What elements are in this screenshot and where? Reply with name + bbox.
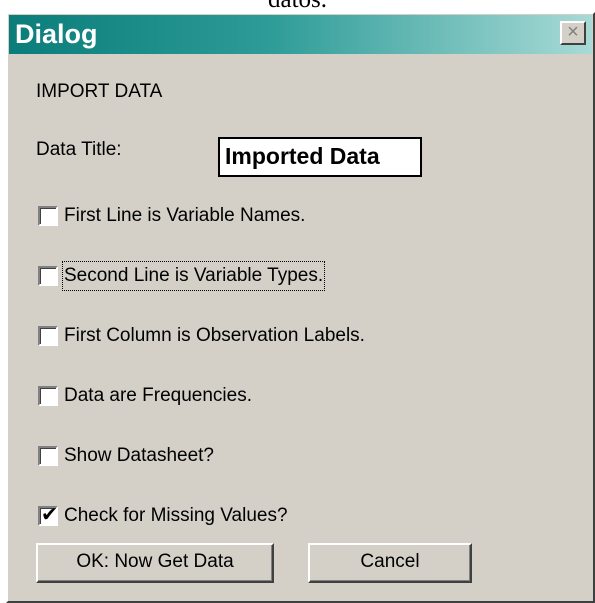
ok-get-data-button[interactable]: OK: Now Get Data	[36, 543, 274, 583]
caption-text: datos.	[0, 0, 595, 12]
checkbox-box[interactable]	[38, 446, 58, 466]
checkbox-label: First Column is Observation Labels.	[64, 325, 365, 346]
checkbox-label: Show Datasheet?	[64, 445, 214, 466]
data-title-input[interactable]: Imported Data	[218, 137, 422, 177]
close-icon: ×	[567, 21, 579, 43]
dialog-heading: IMPORT DATA	[36, 81, 163, 102]
cancel-button[interactable]: Cancel	[308, 543, 472, 583]
checkbox-label: Data are Frequencies.	[64, 385, 252, 406]
checkbox-box[interactable]	[38, 206, 58, 226]
title-bar[interactable]: Dialog ×	[9, 15, 592, 54]
import-data-dialog: Dialog × IMPORT DATA Data Title: Importe…	[6, 12, 595, 603]
checkbox-label: Second Line is Variable Types.	[61, 261, 326, 291]
page-caption: datos.	[0, 0, 595, 12]
data-title-label: Data Title:	[36, 139, 122, 160]
checkbox-label: First Line is Variable Names.	[64, 205, 306, 226]
window-title: Dialog	[15, 19, 98, 49]
checkbox-label: Check for Missing Values?	[64, 505, 288, 526]
close-button[interactable]: ×	[560, 21, 586, 45]
checkbox-box[interactable]	[38, 386, 58, 406]
checkbox-box[interactable]	[38, 326, 58, 346]
checkbox-box[interactable]	[38, 266, 58, 286]
checkbox-box[interactable]: ✔	[38, 504, 58, 526]
checkmark-icon: ✔	[41, 504, 58, 526]
